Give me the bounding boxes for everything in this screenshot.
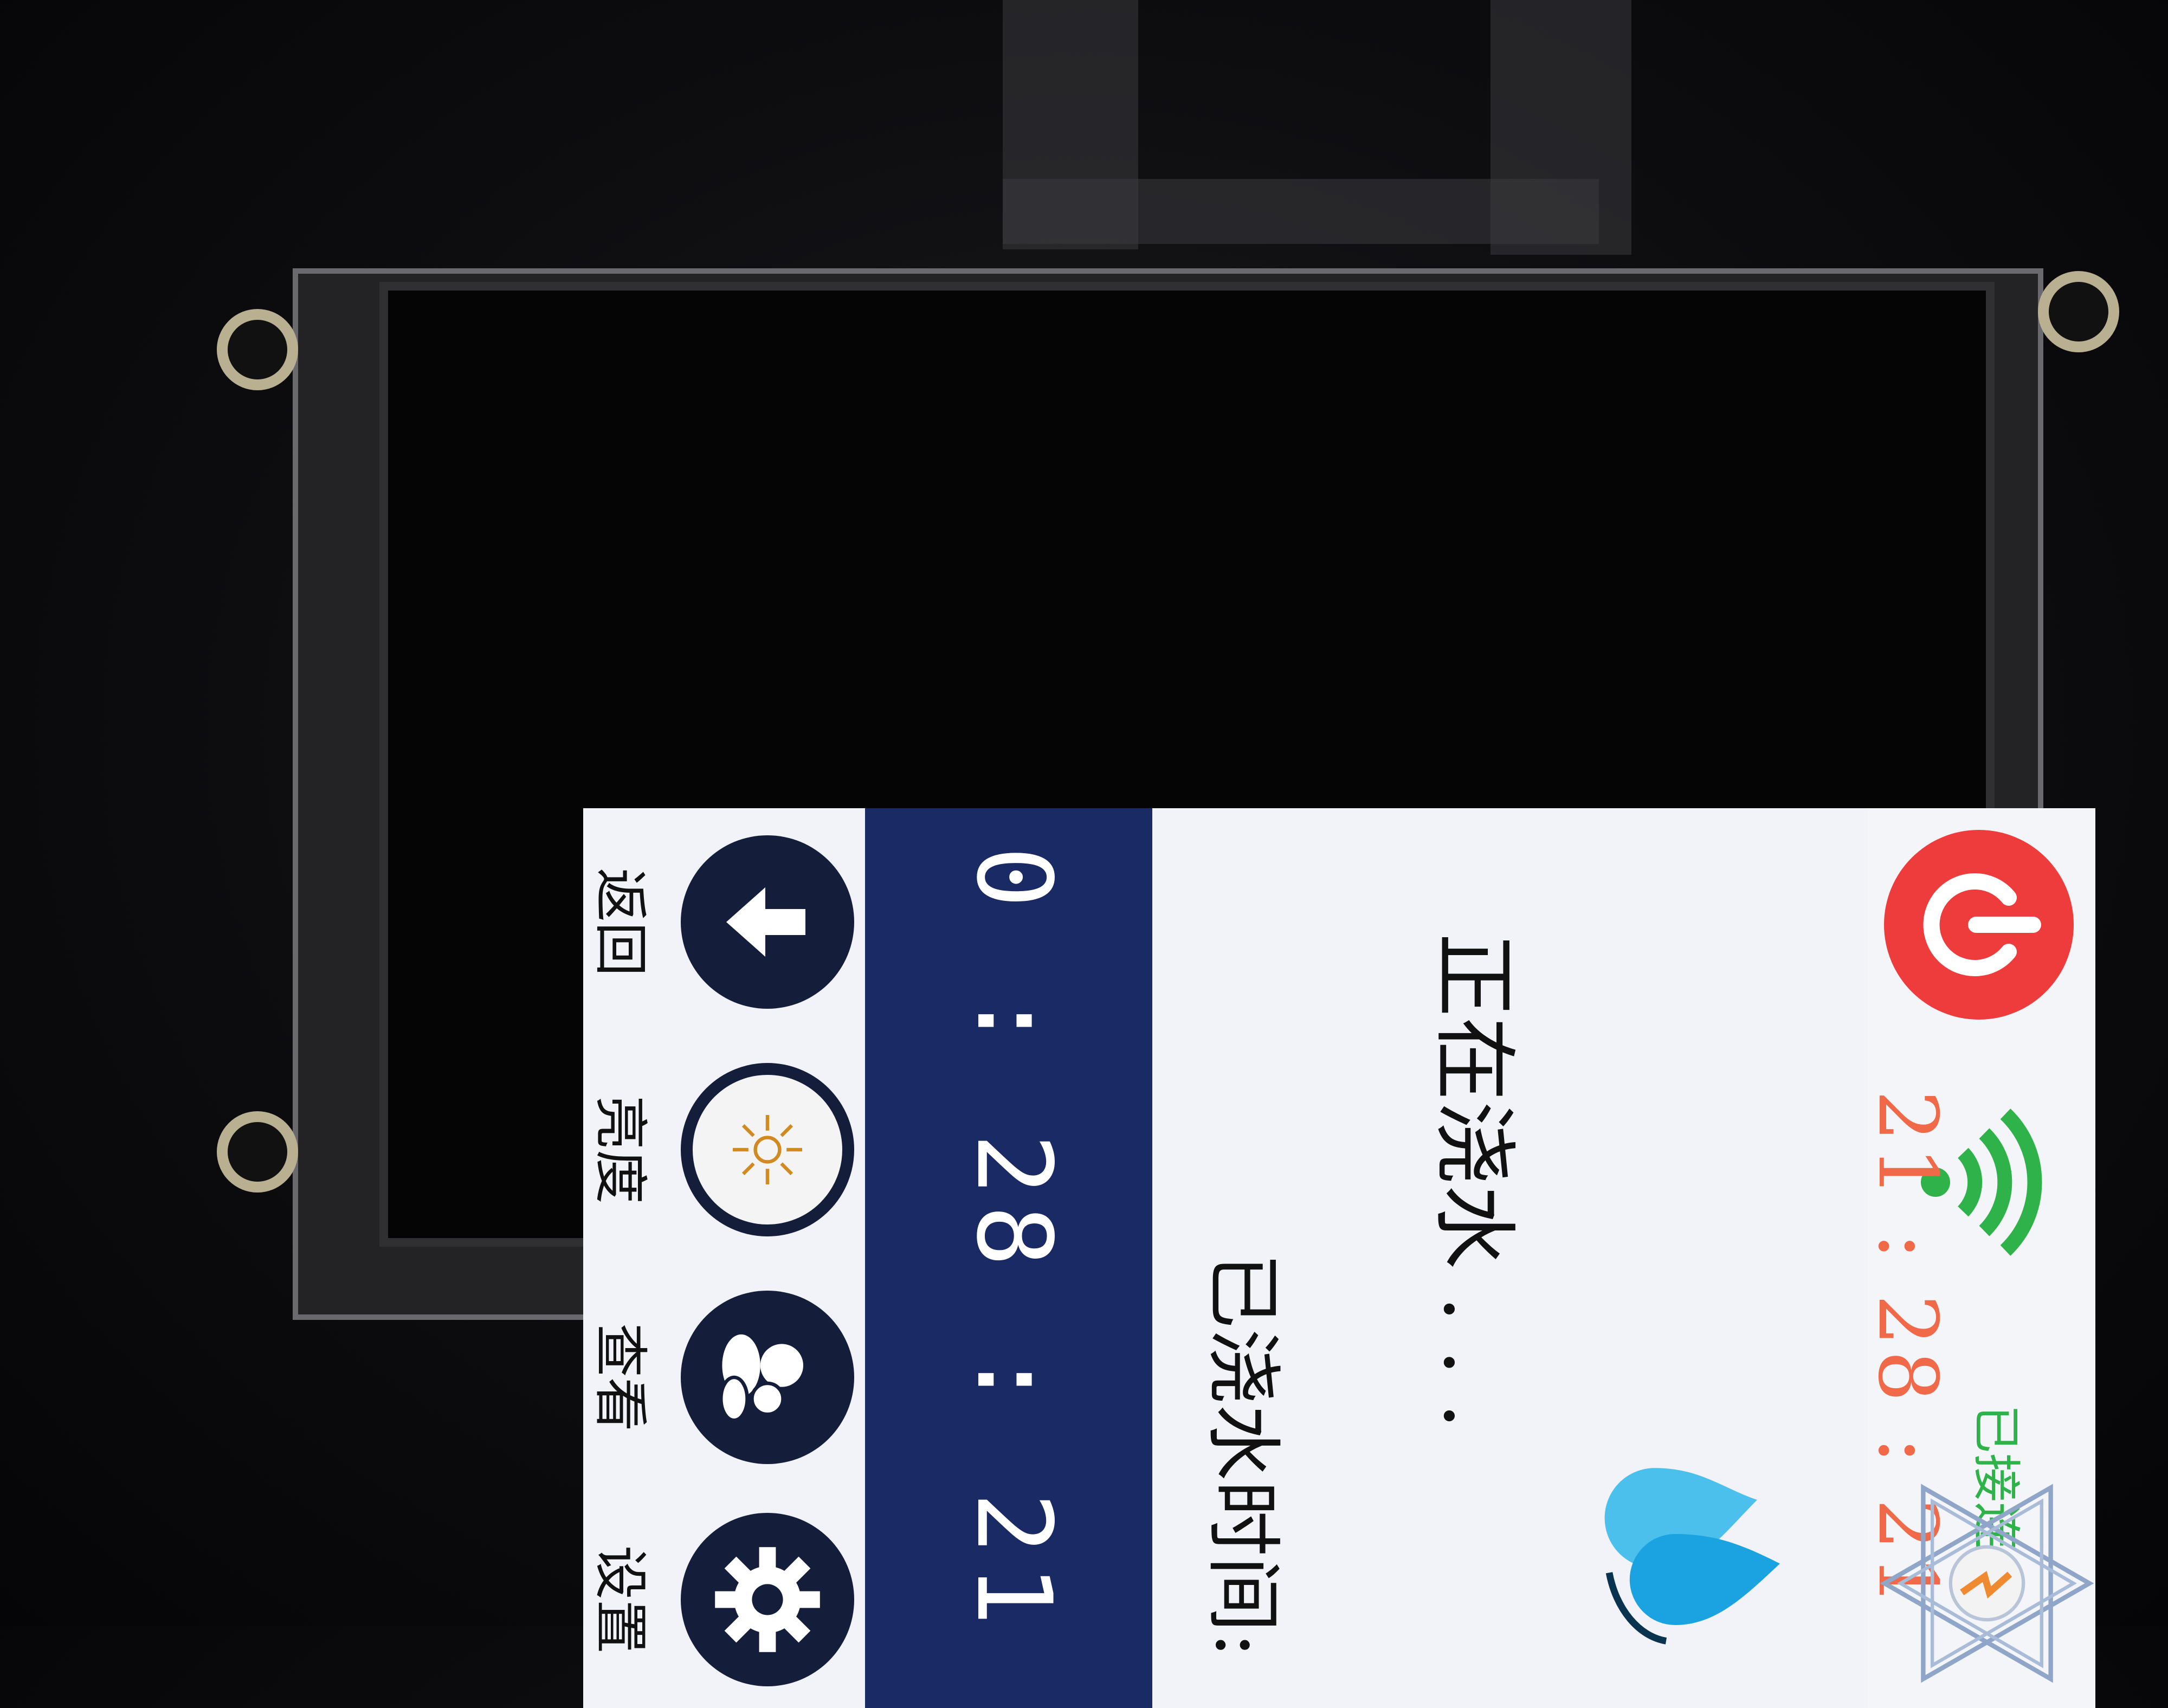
background-fabric	[1003, 179, 1599, 244]
power-icon	[1923, 873, 2041, 976]
settings-button-label: 设置	[589, 1545, 652, 1654]
back-button-label: 返回	[589, 868, 652, 976]
back-button[interactable]: 返回	[586, 819, 854, 1025]
brightness-button[interactable]: 亮度	[586, 1047, 854, 1253]
view-icon	[681, 1291, 854, 1464]
settings-button[interactable]: 设置	[586, 1497, 854, 1703]
gear-icon	[681, 1513, 854, 1686]
brightness-icon	[681, 1063, 854, 1236]
status-bar: 21 : 28 : 21 已接连	[1860, 808, 2095, 1708]
water-drop-icon	[1604, 1468, 1780, 1645]
elapsed-time-value: 0 : 28 : 21	[954, 846, 1074, 1636]
emblem-icon	[1880, 1484, 2094, 1683]
brightness-button-label: 亮度	[589, 1095, 652, 1204]
lcd-screen: 21 : 28 : 21 已接连 正在浇水 . . . 已浇水时间: 0 : 2…	[583, 808, 2095, 1708]
screen-bezel: 21 : 28 : 21 已接连 正在浇水 . . . 已浇水时间: 0 : 2…	[379, 282, 2095, 1708]
mount-hole	[2038, 271, 2119, 352]
mount-hole	[217, 309, 298, 390]
elapsed-time-label: 已浇水时间:	[1198, 1253, 1287, 1658]
view-button[interactable]: 查看	[586, 1274, 854, 1480]
watering-status: 正在浇水 . . .	[1425, 933, 1523, 1429]
power-button[interactable]	[1884, 830, 2074, 1020]
mount-hole	[217, 1111, 298, 1193]
elapsed-timer-panel: 0 : 28 : 21	[865, 808, 1152, 1708]
bottom-navigation: 返回 亮度 查看 设置	[583, 808, 865, 1708]
down-arrow-icon	[681, 835, 854, 1009]
view-button-label: 查看	[589, 1323, 652, 1432]
